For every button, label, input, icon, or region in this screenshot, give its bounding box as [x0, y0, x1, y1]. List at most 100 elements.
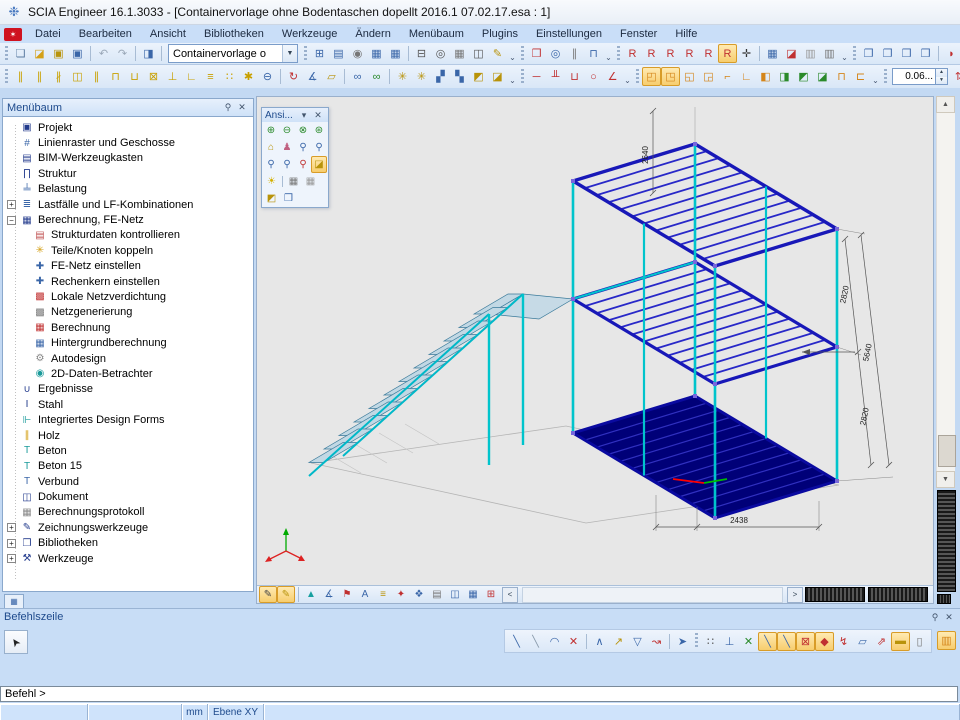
zoom-window-icon[interactable]: ⚲ [263, 156, 279, 173]
units-setup-icon[interactable]: ⊞ [310, 44, 329, 63]
view-params-loads-icon[interactable]: ∟ [737, 67, 756, 86]
document-zoom-icon[interactable]: ◎ [546, 44, 565, 63]
tree-item-ergebnisse[interactable]: ∪Ergebnisse [3, 382, 253, 397]
tree-item-autodesign[interactable]: ⚙Autodesign [3, 351, 253, 366]
show-loads-icon[interactable]: ∡ [320, 586, 338, 603]
menu-fenster[interactable]: Fenster [611, 25, 666, 43]
menu-bibliotheken[interactable]: Bibliotheken [195, 25, 273, 43]
pin-icon[interactable]: ⚲ [928, 611, 942, 624]
tree-item-integriertes-design-forms[interactable]: ⊩Integriertes Design Forms [3, 412, 253, 427]
expand-icon[interactable]: + [7, 200, 16, 209]
close-icon[interactable]: ✕ [311, 109, 325, 122]
couple-nodes-icon[interactable]: ✳ [393, 67, 412, 86]
tree-item-dokument[interactable]: ◫Dokument [3, 489, 253, 504]
toolbar-overflow-chevron[interactable]: ⌄ [622, 69, 633, 85]
tree-item-berechnung-fe-netz[interactable]: −▦Berechnung, FE-Netz [3, 212, 253, 227]
table-input-icon[interactable]: ▦ [763, 44, 782, 63]
show-members-icon[interactable]: ❖ [410, 586, 428, 603]
view-params-results-icon[interactable]: ◩ [794, 67, 813, 86]
show-nodes-icon[interactable]: ✦ [392, 586, 410, 603]
scroll-up-button[interactable]: ▲ [936, 96, 955, 113]
tree-item-belastung[interactable]: ╧Belastung [3, 182, 253, 197]
menu-bearbeiten[interactable]: Bearbeiten [70, 25, 141, 43]
hscroll-right-button[interactable]: > [787, 587, 803, 603]
rotate-reset-icon[interactable]: R [699, 44, 718, 63]
tree-item-projekt[interactable]: ▣Projekt [3, 120, 253, 135]
snap-line-icon[interactable]: ╲ [507, 632, 526, 651]
tree-item-verbund[interactable]: TVerbund [3, 474, 253, 489]
zoom-previous-icon[interactable]: ⚲ [295, 156, 311, 173]
view-params-volumes-icon[interactable]: ◱ [680, 67, 699, 86]
select-mode-icon[interactable]: ✎ [259, 586, 277, 603]
input-mode-icon[interactable]: ✎ [277, 586, 295, 603]
expand-icon[interactable]: + [7, 523, 16, 532]
rotate-cancel-icon[interactable]: R [680, 44, 699, 63]
project-dropdown[interactable]: Containervorlage o▼ [168, 44, 298, 63]
export-document-icon[interactable]: ◫ [469, 44, 488, 63]
tree-item-hintergrundberechnung[interactable]: ▦Hintergrundberechnung [3, 335, 253, 350]
view-toolbar-header[interactable]: Ansi... ▾ ✕ [262, 108, 328, 122]
new-project-icon[interactable]: ❏ [11, 44, 30, 63]
dimension-ticks-icon[interactable]: ╨ [546, 67, 565, 86]
new-gap-icon[interactable]: ⊖ [258, 67, 277, 86]
print-data-icon[interactable]: ⊟ [412, 44, 431, 63]
tree-item-berechnung[interactable]: ▦Berechnung [3, 320, 253, 335]
toolbar-overflow-chevron[interactable]: ⌄ [839, 46, 850, 62]
snap-midpoints-icon[interactable]: ╲ [777, 632, 796, 651]
hscroll-track[interactable] [522, 587, 783, 603]
project-manager-icon[interactable]: ◨ [139, 44, 158, 63]
command-prompt-input[interactable]: Befehl > [0, 686, 958, 702]
chevron-down-icon[interactable]: ▼ [282, 45, 297, 62]
toolbar-grip[interactable] [521, 69, 524, 85]
new-bracing-icon[interactable]: ⊔ [125, 67, 144, 86]
model-viewport[interactable]: 26402820282056402438 Ansi... ▾ ✕ ⊕⊖⊗⊛⌂♟⚲… [256, 96, 934, 604]
snap-edges-icon[interactable]: ↯ [834, 632, 853, 651]
toolbar-grip[interactable] [636, 69, 639, 85]
view-front-icon[interactable]: ⊖ [279, 122, 295, 139]
view-params-system-lines-icon[interactable]: ◲ [699, 67, 718, 86]
disconnect-members-icon[interactable]: ∞ [367, 67, 386, 86]
modify-polygon-icon[interactable]: ▱ [322, 67, 341, 86]
new-node-icon[interactable]: ✱ [239, 67, 258, 86]
uncouple-nodes-icon[interactable]: ✳ [412, 67, 431, 86]
tile-windows-icon[interactable]: ❒ [916, 44, 935, 63]
weld-members-icon[interactable]: ◩ [469, 67, 488, 86]
collapsed-scroll-strip-2[interactable] [868, 587, 928, 602]
new-frame-icon[interactable]: ⊓ [106, 67, 125, 86]
command-options-icon[interactable]: ▥ [937, 631, 956, 650]
show-layers-icon[interactable]: ≡ [374, 586, 392, 603]
tree-item-netzgenerierung[interactable]: ▩Netzgenerierung [3, 305, 253, 320]
show-book-icon[interactable]: ▤ [428, 586, 446, 603]
toolbar-grip[interactable] [304, 46, 307, 62]
view-params-layers-icon[interactable]: ⊏ [851, 67, 870, 86]
chevron-down-icon[interactable]: ▾ [297, 109, 311, 122]
new-grid-icon[interactable]: ∷ [220, 67, 239, 86]
collapse-icon[interactable]: − [7, 216, 16, 225]
pin-icon[interactable]: ⚲ [221, 101, 235, 114]
structure-3d-view[interactable]: 26402820282056402438 [257, 97, 933, 587]
modify-geometry-icon[interactable]: ↻ [284, 67, 303, 86]
scroll-thumb[interactable] [938, 435, 956, 467]
snap-endpoints-icon[interactable]: ╲ [758, 632, 777, 651]
pan-view-icon[interactable]: ✛ [737, 44, 756, 63]
menu-ändern[interactable]: Ändern [346, 25, 399, 43]
dimension-style-icon[interactable]: ⊔ [565, 67, 584, 86]
tree-item-struktur[interactable]: ∏Struktur [3, 166, 253, 181]
collapsed-scroll-strip-vertical[interactable] [937, 490, 956, 592]
close-icon[interactable]: ✕ [942, 611, 956, 624]
toolbar-grip[interactable] [521, 46, 524, 62]
redo-icon[interactable]: ↷ [113, 44, 132, 63]
rotate-selection-icon[interactable]: R [661, 44, 680, 63]
toolbar-overflow-chevron[interactable]: ⌄ [507, 46, 518, 62]
toolbar-overflow-chevron[interactable]: ⌄ [507, 69, 518, 85]
toolbar-grip[interactable] [5, 69, 8, 85]
angle-annotation-icon[interactable]: ∠ [603, 67, 622, 86]
tree-item-lokale-netzverdichtung[interactable]: ▩Lokale Netzverdichtung [3, 289, 253, 304]
undo-icon[interactable]: ↶ [94, 44, 113, 63]
cursor-mode-button[interactable]: ➤ [4, 630, 28, 654]
new-cross-link-icon[interactable]: ⊠ [144, 67, 163, 86]
snap-arc-center-icon[interactable]: ⇗ [872, 632, 891, 651]
menu-einstellungen[interactable]: Einstellungen [527, 25, 611, 43]
scroll-down-button[interactable]: ▼ [936, 471, 955, 488]
zoom-out-icon[interactable]: ⚲ [295, 139, 311, 156]
